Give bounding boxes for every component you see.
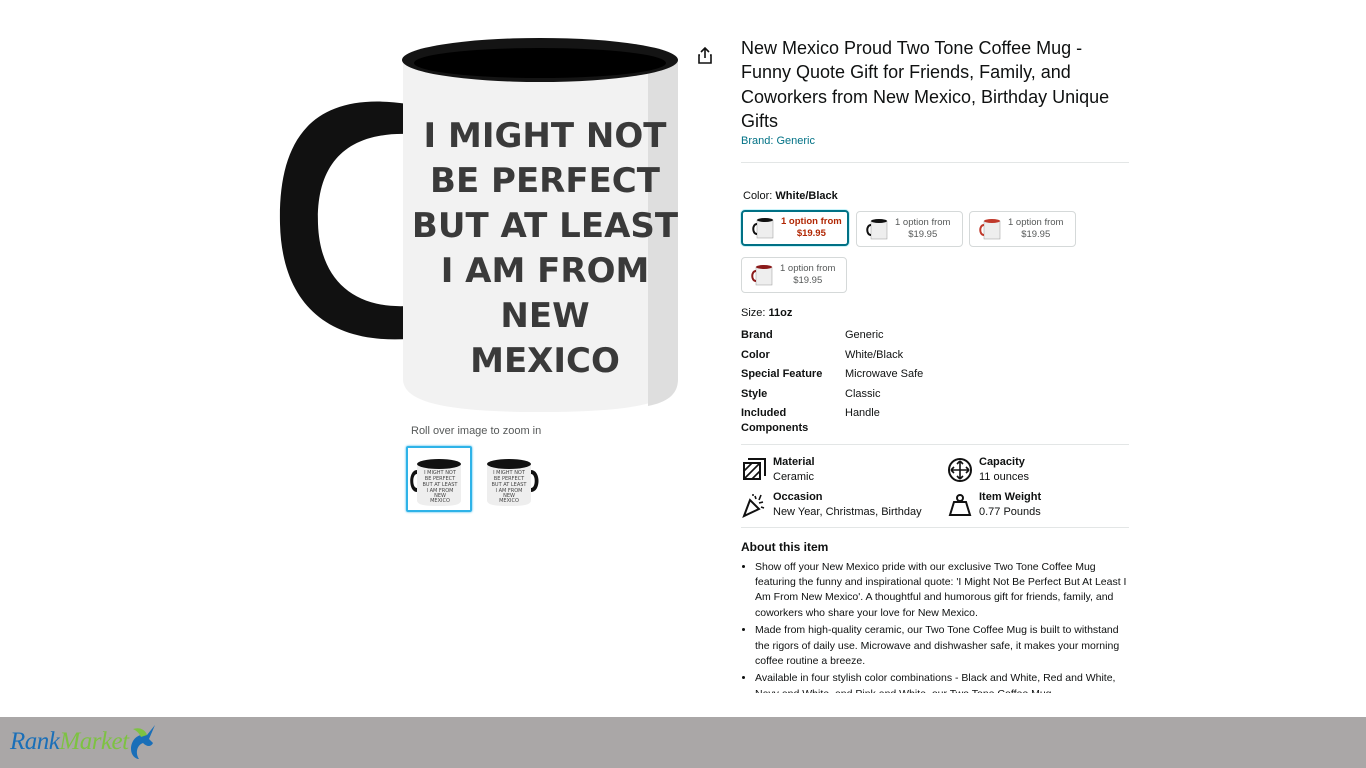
spec-row: Color White/Black: [741, 348, 904, 361]
thumbnail-front[interactable]: I MIGHT NOT BE PERFECT BUT AT LEAST I AM F…: [406, 446, 472, 512]
logo-rank-text: Rank: [10, 728, 60, 755]
spec-row: Special Feature Microwave Safe: [741, 368, 924, 381]
mug-quote-line-3: BUT AT LEAST: [412, 206, 679, 246]
capacity-icon: [948, 458, 972, 482]
brand-link[interactable]: Brand: Generic: [741, 135, 1129, 147]
mug-swatch-icon: [751, 265, 773, 286]
selected-color: White/Black: [775, 190, 838, 202]
mug-swatch-icon: [979, 219, 1001, 240]
feature-capacity: Capacity 11 ounces: [947, 455, 1029, 485]
svg-text:MEXICO: MEXICO: [499, 498, 519, 504]
mug-quote-line-4: I AM FROM: [441, 251, 650, 291]
size-label: Size: 11oz: [741, 307, 793, 319]
mug-swatch-icon: [866, 219, 888, 240]
weight-icon: [948, 494, 972, 516]
mug-quote-line-6: MEXICO: [470, 341, 620, 381]
divider: [741, 162, 1129, 163]
mug-quote-line-5: NEW: [500, 296, 589, 336]
color-option-4[interactable]: 1 option from $19.95: [741, 257, 847, 293]
occasion-icon: [742, 494, 765, 518]
rankmarket-logo: Rank Market: [10, 723, 159, 761]
product-specs-table: Brand Generic Color White/Black Special Fe…: [741, 328, 1129, 441]
divider: [741, 527, 1129, 528]
footer-bar: [0, 717, 1366, 768]
product-header: New Mexico Proud Two Tone Coffee Mug - F…: [741, 36, 1129, 147]
color-option-2[interactable]: 1 option from $19.95: [856, 211, 963, 247]
spec-row: Style Classic: [741, 387, 881, 400]
mug-thumbnail-side-icon: I MIGHT NOTBE PERFECTBUT AT LEAST I AM F…: [487, 459, 539, 506]
thumbnail-strip: I MIGHT NOT BE PERFECT BUT AT LEAST I AM F…: [406, 446, 546, 512]
product-title: New Mexico Proud Two Tone Coffee Mug - F…: [741, 38, 1110, 131]
share-icon[interactable]: [695, 46, 715, 66]
about-this-item: About this item Show off your New Mexico…: [741, 540, 1129, 693]
about-bullet: Made from high-quality ceramic, our Two …: [755, 623, 1129, 669]
about-heading: About this item: [741, 540, 829, 554]
zoom-hint: Roll over image to zoom in: [411, 425, 542, 437]
unicorn-logo-icon: [130, 725, 155, 759]
color-label: Color: White/Black: [743, 190, 838, 202]
svg-text:MEXICO: MEXICO: [430, 498, 450, 504]
about-bullet: Show off your New Mexico pride with our …: [755, 560, 1129, 621]
thumbnail-side[interactable]: I MIGHT NOT BE PERFECT BUT AT LEAST I AM F…: [480, 446, 546, 512]
feature-occasion: Occasion New Year, Christmas, Birthday: [741, 490, 922, 520]
color-option-3[interactable]: 1 option from $19.95: [969, 211, 1076, 247]
about-bullet: Available in four stylish color combinat…: [755, 671, 1129, 693]
selected-size: 11oz: [768, 307, 793, 319]
feature-weight: Item Weight 0.77 Pounds: [947, 490, 1041, 520]
color-option-white-black[interactable]: 1 option from $19.95: [741, 210, 849, 246]
spec-row: Brand Generic: [741, 329, 884, 341]
material-icon: [743, 458, 766, 480]
mug-quote-line-1: I MIGHT NOT: [424, 116, 668, 156]
spec-row: Included Components Handle: [741, 407, 880, 435]
mug-quote-line-2: BE PERFECT: [430, 161, 661, 201]
mug-swatch-icon: [752, 218, 774, 239]
mug-thumbnail-front-icon: I MIGHT NOTBE PERFECTBUT AT LEAST I AM F…: [410, 459, 461, 506]
logo-market-text: Market: [59, 728, 129, 755]
feature-material: Material Ceramic: [741, 455, 815, 485]
main-product-image[interactable]: I MIGHT NOT BE PERFECT BUT AT LEAST I AM…: [268, 34, 688, 416]
divider: [741, 444, 1129, 445]
